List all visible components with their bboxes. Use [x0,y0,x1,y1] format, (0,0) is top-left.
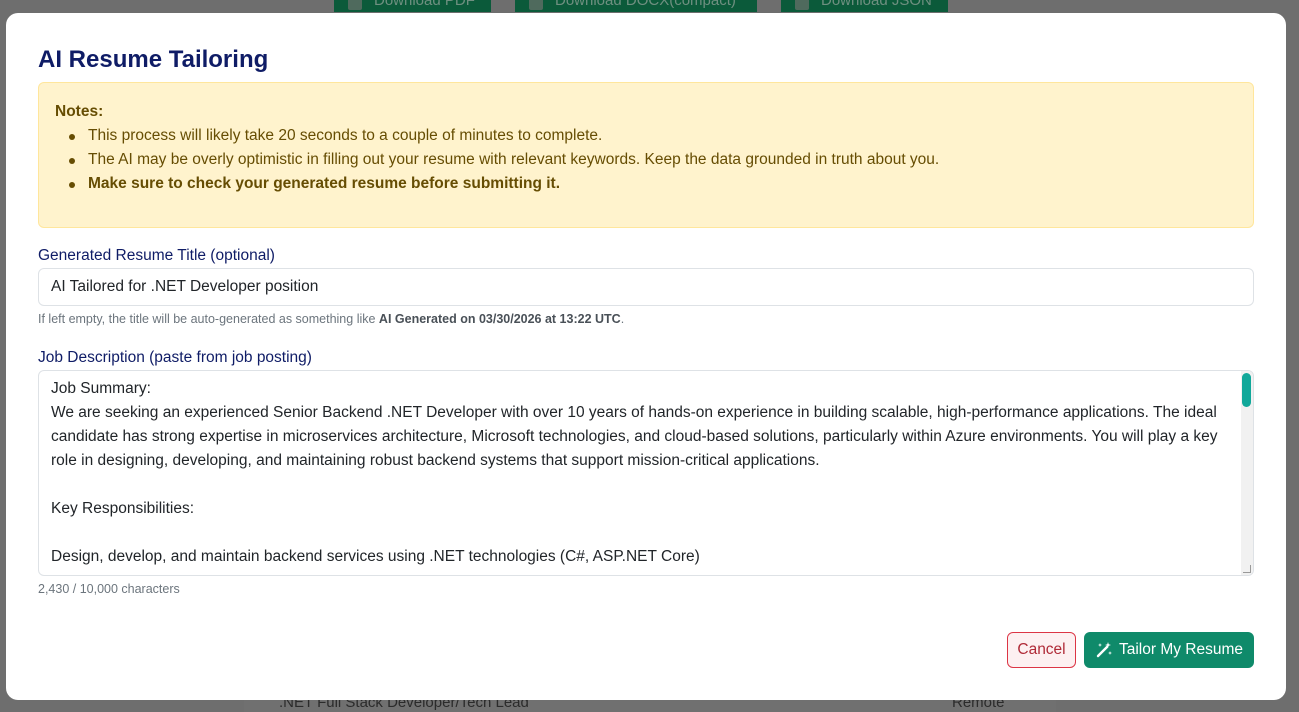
modal-title: AI Resume Tailoring [38,46,269,73]
resize-handle-icon[interactable] [1243,565,1251,573]
notes-item: This process will likely take 20 seconds… [55,127,939,151]
resume-title-input[interactable] [38,268,1254,306]
tailor-button-label: Tailor My Resume [1118,641,1244,658]
help-prefix: If left empty, the title will be auto-ge… [38,312,379,326]
notes-heading: Notes: [55,103,104,120]
notes-item: The AI may be overly optimistic in filli… [55,151,939,175]
download-json-button: Download JSON [781,0,948,12]
help-suffix: . [620,312,625,326]
ai-resume-tailoring-modal: AI Resume Tailoring Notes: This process … [6,13,1286,700]
help-example-title: AI Generated on 03/30/2026 at 13:22 UTC [378,312,621,326]
background-toolbar: Download PDF Download DOCX(compact) Down… [0,0,1299,14]
word-icon [529,0,543,10]
download-docx-button: Download DOCX(compact) [515,0,757,12]
notes-alert: Notes: This process will likely take 20 … [38,82,1254,228]
download-docx-label: Download DOCX(compact) [555,0,736,9]
scrollbar-thumb[interactable] [1242,373,1251,407]
download-json-label: Download JSON [821,0,932,9]
job-description-text[interactable]: Job Summary: We are seeking an experienc… [51,377,1231,569]
cancel-button[interactable]: Cancel [1007,632,1076,668]
notes-list: This process will likely take 20 seconds… [55,127,939,199]
json-icon [795,0,809,10]
resume-title-label: Generated Resume Title (optional) [38,247,275,264]
character-count: 2,430 / 10,000 characters [38,582,180,596]
magic-wand-icon [1096,642,1112,658]
pdf-icon [348,0,362,10]
download-pdf-button: Download PDF [334,0,491,12]
notes-item-warning: Make sure to check your generated resume… [55,175,939,199]
tailor-my-resume-button[interactable]: Tailor My Resume [1084,632,1254,668]
job-description-scrollbar[interactable] [1241,371,1253,575]
download-pdf-label: Download PDF [374,0,475,9]
job-description-label: Job Description (paste from job posting) [38,349,312,366]
resume-title-help: If left empty, the title will be auto-ge… [38,312,624,326]
job-description-textarea[interactable]: Job Summary: We are seeking an experienc… [38,370,1254,576]
